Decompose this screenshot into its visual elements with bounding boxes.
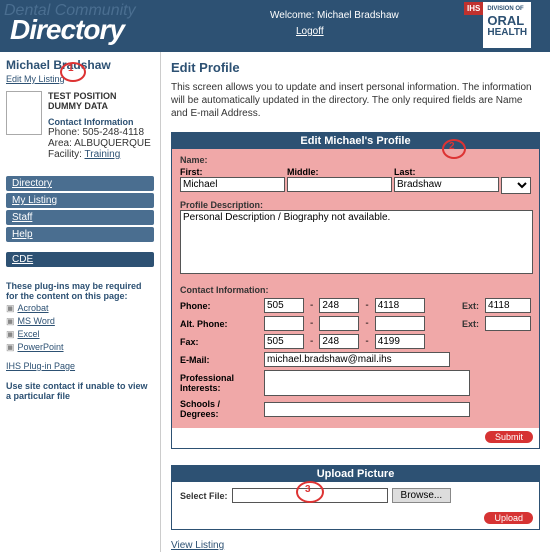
upload-button[interactable]: Upload — [484, 512, 533, 524]
fax-3[interactable] — [375, 334, 425, 349]
interests-textarea[interactable] — [264, 370, 470, 396]
nav-directory[interactable]: Directory — [6, 176, 154, 191]
facility-link[interactable]: Training — [85, 149, 121, 160]
submit-button[interactable]: Submit — [485, 431, 533, 443]
fax-2[interactable] — [319, 334, 359, 349]
altphone-label: Alt. Phone: — [180, 319, 258, 329]
contact-info-label: Contact Information: — [180, 285, 531, 295]
phone-2[interactable] — [319, 298, 359, 313]
logoff-link[interactable]: Logoff — [296, 26, 324, 37]
phone-3[interactable] — [375, 298, 425, 313]
email-input[interactable] — [264, 352, 450, 367]
phone-1[interactable] — [264, 298, 304, 313]
nav-staff[interactable]: Staff — [6, 210, 154, 225]
plugin-page-link[interactable]: IHS Plug-in Page — [6, 361, 75, 371]
sidebar: Michael Bradshaw Edit My Listing TEST PO… — [0, 52, 161, 552]
intro-text: This screen allows you to update and ins… — [171, 81, 540, 120]
middle-input[interactable] — [287, 177, 392, 192]
logo: IHS DIVISION OF ORAL HEALTH — [464, 2, 546, 48]
altphone-ext-label: Ext: — [462, 319, 479, 329]
logo-ihs: IHS — [464, 2, 483, 15]
interests-label: Professional Interests: — [180, 373, 258, 393]
nav-my-listing[interactable]: My Listing — [6, 193, 154, 208]
plugin-powerpoint[interactable]: PowerPoint — [18, 342, 64, 352]
plugin-msword[interactable]: MS Word — [18, 316, 55, 326]
profile-desc-label: Profile Description: — [180, 200, 531, 210]
name-label: Name: — [180, 155, 531, 165]
altphone-ext-input[interactable] — [485, 316, 531, 331]
altphone-2[interactable] — [319, 316, 359, 331]
card-facility: Facility: Training — [48, 149, 151, 160]
last-input[interactable] — [394, 177, 499, 192]
last-label: Last: — [394, 167, 493, 177]
nosite-text: Use site contact if unable to view a par… — [6, 381, 154, 401]
app-header: Dental Community Directory Welcome: Mich… — [0, 0, 550, 52]
nav-help[interactable]: Help — [6, 227, 154, 242]
first-label: First: — [180, 167, 279, 177]
schools-input[interactable] — [264, 402, 470, 417]
suffix-select[interactable] — [501, 177, 531, 194]
avatar-thumbnail — [6, 91, 42, 135]
plugins-section: These plug-ins may be required for the c… — [6, 281, 154, 401]
card-area: Area: ALBUQUERQUE — [48, 138, 151, 149]
middle-label: Middle: — [287, 167, 386, 177]
annotation-num-1: 1 — [68, 63, 74, 74]
nav-cde[interactable]: CDE — [6, 252, 154, 267]
main-content: Edit Profile This screen allows you to u… — [161, 52, 550, 552]
plugin-excel[interactable]: Excel — [18, 329, 40, 339]
card-phone: Phone: 505-248-4118 — [48, 127, 151, 138]
edit-profile-panel: Edit Michael's Profile Name: First: Midd… — [171, 132, 540, 449]
contact-info-header: Contact Information — [48, 117, 151, 127]
logo-text: DIVISION OF ORAL HEALTH — [483, 2, 531, 48]
fax-label: Fax: — [180, 337, 258, 347]
phone-label: Phone: — [180, 301, 258, 311]
welcome-text: Welcome: Michael Bradshaw — [270, 10, 399, 21]
annotation-num-3: 3 — [305, 484, 311, 495]
upload-title: Upload Picture — [172, 466, 539, 482]
altphone-3[interactable] — [375, 316, 425, 331]
fax-1[interactable] — [264, 334, 304, 349]
view-listing-link[interactable]: View Listing — [171, 540, 224, 551]
select-file-label: Select File: — [180, 491, 228, 501]
edit-my-listing-link[interactable]: Edit My Listing — [6, 74, 65, 84]
app-title: Directory — [10, 14, 124, 46]
first-input[interactable] — [180, 177, 285, 192]
phone-ext-label: Ext: — [462, 301, 479, 311]
position-line1: TEST POSITION — [48, 91, 151, 101]
panel-title: Edit Michael's Profile — [172, 133, 539, 149]
altphone-1[interactable] — [264, 316, 304, 331]
profile-desc-textarea[interactable]: Personal Description / Biography not ava… — [180, 210, 533, 274]
position-line2: DUMMY DATA — [48, 101, 151, 111]
browse-button[interactable]: Browse... — [392, 488, 452, 503]
annotation-num-2: 2 — [449, 141, 455, 152]
page-heading: Edit Profile — [171, 60, 540, 75]
phone-ext-input[interactable] — [485, 298, 531, 313]
email-label: E-Mail: — [180, 355, 258, 365]
upload-picture-panel: Upload Picture Select File: Browse... Up… — [171, 465, 540, 530]
schools-label: Schools / Degrees: — [180, 399, 258, 419]
plugin-acrobat[interactable]: Acrobat — [18, 303, 49, 313]
listing-card: TEST POSITION DUMMY DATA Contact Informa… — [6, 91, 154, 160]
